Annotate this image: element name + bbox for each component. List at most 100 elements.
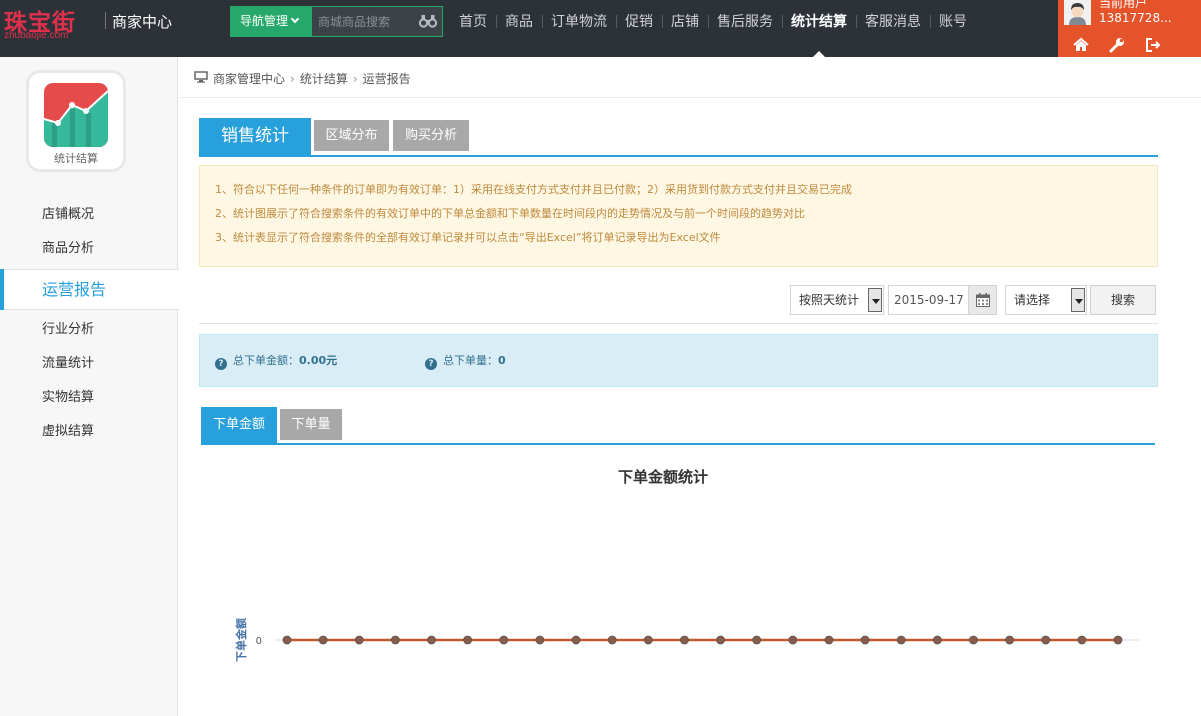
option-select-value: 请选择 bbox=[1014, 293, 1051, 307]
user-phone: 13817728... bbox=[1099, 11, 1172, 25]
breadcrumb-home[interactable]: 商家管理中心 bbox=[213, 72, 285, 86]
summary-stats: ? 总下单金额：0.00元 ? 总下单量：0 bbox=[199, 334, 1158, 387]
total-count-value: 0 bbox=[498, 354, 506, 367]
sidebar-item-virtual-settlement[interactable]: 虚拟结算 bbox=[0, 415, 178, 449]
notice-line: 2、统计图展示了符合搜索条件的有效订单中的下单总金额和下单数量在时间段内的走势情… bbox=[215, 207, 805, 220]
sidebar-item-store-overview[interactable]: 店铺概况 bbox=[0, 198, 178, 232]
option-select[interactable]: 请选择 bbox=[1005, 285, 1087, 315]
sidebar-item-traffic-stats[interactable]: 流量统计 bbox=[0, 347, 178, 381]
nav-after-sales[interactable]: 售后服务 bbox=[708, 0, 782, 44]
date-picker-button[interactable] bbox=[968, 285, 997, 315]
site-logo[interactable]: 珠宝街 zhubaojie.com bbox=[4, 3, 104, 47]
data-point[interactable] bbox=[860, 635, 870, 645]
filter-bar: 按照天统计 2015-09-17 请选择 搜索 bbox=[199, 285, 1158, 324]
data-point[interactable] bbox=[1005, 635, 1015, 645]
help-icon[interactable]: ? bbox=[215, 358, 227, 370]
data-point[interactable] bbox=[932, 635, 942, 645]
search-button[interactable]: 搜索 bbox=[1090, 285, 1156, 315]
tab-region-distribution[interactable]: 区域分布 bbox=[314, 120, 389, 151]
calendar-icon bbox=[976, 293, 990, 307]
data-point[interactable] bbox=[752, 635, 762, 645]
data-point[interactable] bbox=[607, 635, 617, 645]
data-point[interactable] bbox=[716, 635, 725, 645]
notice-line: 1、符合以下任何一种条件的订单即为有效订单：1）采用在线支付方式支付并且已付款；… bbox=[215, 183, 852, 196]
nav-manage-dropdown[interactable]: 导航管理 bbox=[230, 6, 312, 37]
period-select-value: 按照天统计 bbox=[799, 293, 860, 307]
nav-statistics[interactable]: 统计结算 bbox=[782, 0, 856, 57]
chevron-down-icon bbox=[290, 14, 300, 24]
breadcrumb-current: 运营报告 bbox=[362, 72, 411, 86]
mall-search bbox=[311, 6, 443, 37]
binoculars-icon[interactable] bbox=[419, 14, 437, 28]
data-point[interactable] bbox=[571, 635, 581, 645]
chevron-right-icon: › bbox=[290, 72, 295, 86]
nav-store[interactable]: 店铺 bbox=[662, 0, 708, 44]
nav-orders-logistics[interactable]: 订单物流 bbox=[542, 0, 616, 44]
app-title: 商家中心 bbox=[112, 13, 173, 31]
date-field[interactable]: 2015-09-17 bbox=[888, 285, 968, 315]
help-icon[interactable]: ? bbox=[425, 358, 437, 370]
main-nav: 首页 商品 订单物流 促销 店铺 售后服务 统计结算 客服消息 账号 bbox=[450, 0, 976, 57]
sidebar-item-industry-analysis[interactable]: 行业分析 bbox=[0, 313, 178, 347]
statistics-tile: 统计结算 bbox=[26, 70, 126, 172]
logo-divider bbox=[105, 12, 106, 29]
total-amount-value: 0.00元 bbox=[299, 354, 338, 367]
data-point[interactable] bbox=[788, 635, 798, 645]
nav-home[interactable]: 首页 bbox=[450, 0, 496, 44]
data-point[interactable] bbox=[1041, 635, 1051, 645]
data-point[interactable] bbox=[463, 635, 473, 645]
period-select[interactable]: 按照天统计 bbox=[790, 285, 884, 315]
y-tick-label: 0 bbox=[256, 636, 262, 647]
nav-manage-label: 导航管理 bbox=[240, 14, 289, 28]
nav-goods[interactable]: 商品 bbox=[496, 0, 542, 44]
nav-account[interactable]: 账号 bbox=[930, 0, 976, 44]
breadcrumb-statistics[interactable]: 统计结算 bbox=[300, 72, 348, 86]
tab-order-amount[interactable]: 下单金额 bbox=[201, 407, 277, 443]
dropdown-arrow-icon bbox=[868, 288, 882, 312]
chart-y-axis-label: 下单金额 bbox=[234, 618, 248, 662]
notice-line: 3、统计表显示了符合搜索条件的全部有效订单记录并可以点击“导出Excel”将订单… bbox=[215, 231, 721, 244]
logout-icon[interactable] bbox=[1144, 36, 1162, 54]
top-navbar: 珠宝街 zhubaojie.com 商家中心 导航管理 首页 商品 订单物流 促… bbox=[0, 0, 1201, 57]
home-icon[interactable] bbox=[1072, 36, 1090, 54]
data-point[interactable] bbox=[427, 635, 436, 645]
user-panel: 当前用户 13817728... bbox=[1058, 0, 1201, 57]
side-menu: 店铺概况 商品分析 运营报告 行业分析 流量统计 实物结算 虚拟结算 bbox=[0, 198, 179, 449]
tab-sales-stats[interactable]: 销售统计 bbox=[199, 118, 311, 155]
sidebar: 统计结算 店铺概况 商品分析 运营报告 行业分析 流量统计 实物结算 虚拟结算 bbox=[0, 57, 179, 716]
search-input[interactable] bbox=[312, 7, 417, 36]
data-point[interactable] bbox=[969, 635, 978, 645]
sidebar-item-goods-analysis[interactable]: 商品分析 bbox=[0, 232, 178, 266]
sidebar-item-operation-report[interactable]: 运营报告 bbox=[0, 269, 179, 310]
data-point[interactable] bbox=[354, 635, 364, 645]
total-count-stat: ? 总下单量：0 bbox=[425, 352, 506, 370]
data-point[interactable] bbox=[896, 635, 906, 645]
user-quick-links bbox=[1058, 36, 1201, 54]
order-amount-chart: 下单金额统计 下单金额 0 bbox=[199, 450, 1158, 716]
data-point[interactable] bbox=[282, 635, 292, 645]
breadcrumb: 商家管理中心 › 统计结算 › 运营报告 bbox=[180, 57, 1201, 98]
nav-service-messages[interactable]: 客服消息 bbox=[856, 0, 930, 44]
avatar[interactable] bbox=[1064, 0, 1091, 25]
tile-label: 统计结算 bbox=[54, 152, 98, 165]
data-point[interactable] bbox=[535, 635, 545, 645]
chevron-right-icon: › bbox=[352, 72, 358, 86]
total-amount-stat: ? 总下单金额：0.00元 bbox=[215, 352, 337, 370]
data-point[interactable] bbox=[1077, 635, 1087, 645]
nav-promotion[interactable]: 促销 bbox=[616, 0, 662, 44]
tab-order-count[interactable]: 下单量 bbox=[280, 409, 342, 440]
data-point[interactable] bbox=[1113, 635, 1123, 645]
sidebar-item-physical-settlement[interactable]: 实物结算 bbox=[0, 381, 178, 415]
tab-purchase-analysis[interactable]: 购买分析 bbox=[393, 120, 469, 151]
data-point[interactable] bbox=[680, 635, 689, 645]
data-point[interactable] bbox=[318, 635, 328, 645]
data-point[interactable] bbox=[390, 635, 400, 645]
report-tabs: 销售统计 区域分布 购买分析 bbox=[199, 118, 1158, 157]
total-count-label: 总下单量： bbox=[443, 354, 498, 367]
data-point[interactable] bbox=[643, 635, 653, 645]
wrench-icon[interactable] bbox=[1108, 36, 1126, 54]
chart-tabs: 下单金额 下单量 bbox=[201, 406, 1155, 445]
data-point[interactable] bbox=[824, 635, 834, 645]
user-role: 当前用户 bbox=[1099, 0, 1148, 10]
data-point[interactable] bbox=[499, 635, 509, 645]
